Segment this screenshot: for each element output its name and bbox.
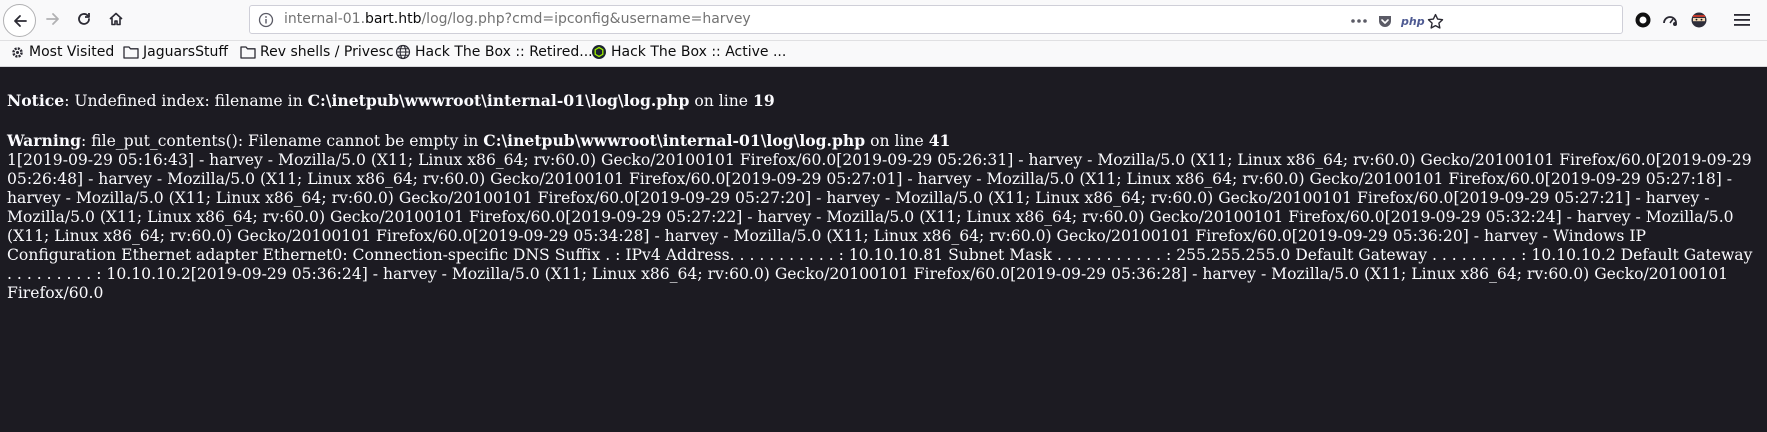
url-text[interactable]: internal-01.bart.htb/log/log.php?cmd=ipc…: [284, 11, 751, 27]
notice-line-number: 19: [753, 91, 775, 110]
bookmark-label: Most Visited: [29, 44, 115, 60]
url-path: /log/log.php?cmd=ipconfig&username=harve…: [421, 11, 751, 27]
url-prefix: internal-01.: [284, 11, 366, 27]
bookmark-label: Hack The Box :: Active ...: [611, 44, 787, 60]
notice-path: C:\inetpub\wwwroot\internal-01\log\log.p…: [307, 91, 690, 110]
log-output: 1[2019-09-29 05:16:43] - harvey - Mozill…: [7, 151, 1753, 302]
notice-text-line: on line: [689, 92, 753, 110]
warning-path: C:\inetpub\wwwroot\internal-01\log\log.p…: [483, 131, 866, 150]
home-button[interactable]: [102, 5, 130, 33]
warning-text: : file_put_contents(): Filename cannot b…: [80, 132, 484, 150]
bookmark-rev-shells[interactable]: Rev shells / Privesc: [240, 44, 394, 60]
home-icon: [109, 12, 123, 26]
warning-label: Warning: [7, 131, 81, 150]
extension-speed-icon[interactable]: [1659, 9, 1681, 31]
globe-icon: [395, 44, 411, 60]
folder-icon: [123, 46, 139, 59]
bookmark-label: Hack The Box :: Retired...: [415, 44, 593, 60]
php-extension-badge[interactable]: php: [1401, 12, 1425, 30]
bookmark-star-icon[interactable]: [1427, 12, 1444, 30]
address-bar[interactable]: internal-01.bart.htb/log/log.php?cmd=ipc…: [249, 5, 1623, 34]
page-content: Notice: Undefined index: filename in C:\…: [0, 67, 1767, 303]
bookmark-label: Rev shells / Privesc: [260, 44, 394, 60]
browser-toolbar: internal-01.bart.htb/log/log.php?cmd=ipc…: [0, 0, 1767, 41]
url-host: bart.htb: [365, 11, 422, 27]
forward-arrow-icon: [46, 13, 59, 25]
bookmarks-toolbar: Most Visited JaguarsStuff Rev shells / P…: [0, 41, 1767, 67]
hamburger-menu-icon[interactable]: [1731, 9, 1753, 31]
htb-icon: [592, 45, 606, 59]
gear-icon: [12, 46, 23, 58]
php-notice: Notice: Undefined index: filename in C:\…: [7, 91, 1760, 111]
back-arrow-icon: [13, 14, 27, 27]
extension-ninja-icon[interactable]: [1688, 9, 1710, 31]
warning-line-number: 41: [928, 131, 951, 150]
notice-text: : Undefined index: filename in: [64, 92, 308, 110]
page-actions-icon[interactable]: [1350, 12, 1368, 30]
reload-icon: [78, 13, 90, 25]
bookmark-most-visited[interactable]: Most Visited: [10, 44, 114, 60]
site-info-icon[interactable]: [258, 12, 274, 32]
php-warning: Warning: file_put_contents(): Filename c…: [7, 131, 1760, 151]
back-button[interactable]: [3, 4, 36, 37]
bookmark-jaguarsstuff[interactable]: JaguarsStuff: [123, 44, 228, 60]
forward-button[interactable]: [39, 5, 67, 33]
warning-text-line: on line: [865, 132, 929, 150]
bookmark-htb-retired[interactable]: Hack The Box :: Retired...: [395, 44, 593, 60]
folder-icon: [240, 46, 256, 59]
reload-button[interactable]: [70, 5, 98, 33]
notice-label: Notice: [7, 91, 65, 110]
extension-circle-icon[interactable]: [1632, 9, 1654, 31]
bookmark-label: JaguarsStuff: [143, 44, 228, 60]
pocket-icon[interactable]: [1377, 12, 1393, 30]
bookmark-htb-active[interactable]: Hack The Box :: Active ...: [591, 44, 786, 60]
